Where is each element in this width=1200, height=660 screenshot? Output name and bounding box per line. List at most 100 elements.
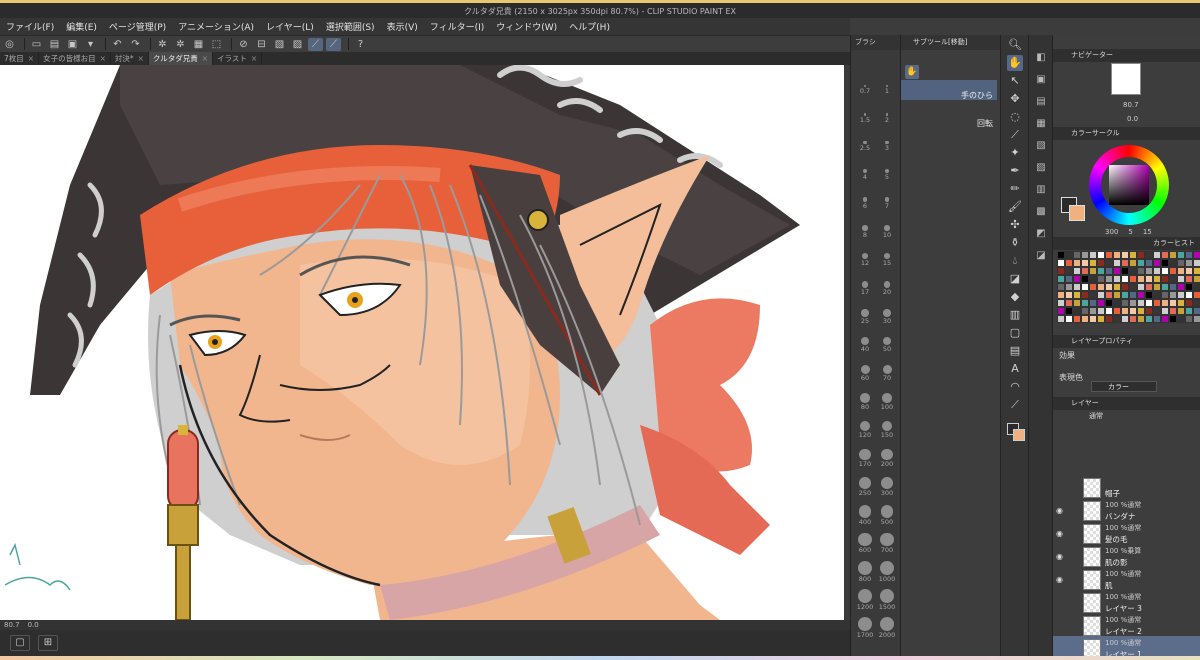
eye-icon[interactable]: ◉: [1056, 506, 1066, 515]
brush-size-option[interactable]: 12: [855, 253, 875, 269]
pen-tool-icon[interactable]: ✒: [1007, 163, 1023, 179]
color-swatch[interactable]: [1073, 259, 1081, 267]
brush-size-option[interactable]: 250: [855, 477, 875, 497]
snap-ruler-icon[interactable]: ⟋: [308, 37, 323, 51]
color-swatch[interactable]: [1073, 283, 1081, 291]
color-swatch[interactable]: [1065, 267, 1073, 275]
show-selection-icon[interactable]: ▧: [272, 38, 287, 51]
color-swatch[interactable]: [1121, 251, 1129, 259]
color-swatch[interactable]: [1177, 275, 1185, 283]
color-swatch[interactable]: [1185, 315, 1193, 323]
color-swatch[interactable]: [1057, 259, 1065, 267]
color-swatch[interactable]: [1057, 291, 1065, 299]
color-swatch[interactable]: [1161, 267, 1169, 275]
operation-tool-icon[interactable]: ↖: [1007, 73, 1023, 89]
color-swatch[interactable]: [1105, 291, 1113, 299]
color-swatch[interactable]: [1057, 315, 1065, 323]
color-swatch[interactable]: [1073, 275, 1081, 283]
subtool-item-hand[interactable]: 手のひら: [901, 80, 997, 100]
eraser-tool-icon[interactable]: ◪: [1007, 271, 1023, 287]
color-swatch[interactable]: [1185, 259, 1193, 267]
color-swatch[interactable]: [1057, 307, 1065, 315]
color-swatch[interactable]: [1129, 251, 1137, 259]
brush-size-option[interactable]: 2: [877, 113, 897, 129]
color-swatch[interactable]: [1097, 315, 1105, 323]
color-swatch[interactable]: [1193, 291, 1200, 299]
brush-size-icon[interactable]: ▨: [1033, 161, 1049, 175]
color-swatch[interactable]: [1129, 315, 1137, 323]
color-swatch[interactable]: [1081, 291, 1089, 299]
color-swatch[interactable]: [1137, 259, 1145, 267]
close-icon[interactable]: ×: [28, 54, 34, 63]
brush-size-option[interactable]: 15: [877, 253, 897, 269]
color-swatch[interactable]: [1177, 307, 1185, 315]
color-swatch[interactable]: [1105, 275, 1113, 283]
color-swatch[interactable]: [1089, 307, 1097, 315]
color-swatch[interactable]: [1185, 299, 1193, 307]
color-swatch[interactable]: [1081, 251, 1089, 259]
color-swatch[interactable]: [1081, 259, 1089, 267]
brush-size-option[interactable]: 170: [855, 449, 875, 468]
color-swatch[interactable]: [1105, 251, 1113, 259]
color-swatch[interactable]: [1057, 299, 1065, 307]
menu-item[interactable]: ヘルプ(H): [569, 20, 610, 33]
document-tab[interactable]: 7枚目 ×: [0, 52, 40, 65]
color-swatch[interactable]: [1073, 251, 1081, 259]
color-swatch[interactable]: [1073, 299, 1081, 307]
document-tab[interactable]: 対決* ×: [111, 52, 149, 65]
color-swatch[interactable]: [1097, 259, 1105, 267]
color-swatch[interactable]: [1137, 291, 1145, 299]
close-icon[interactable]: ×: [202, 54, 208, 63]
fill-icon[interactable]: ▦: [191, 38, 206, 51]
color-swatch[interactable]: [1153, 267, 1161, 275]
brush-size-option[interactable]: 100: [877, 393, 897, 411]
color-swatch[interactable]: [1065, 315, 1073, 323]
brush-size-option[interactable]: 400: [855, 505, 875, 526]
color-swatch[interactable]: [1073, 315, 1081, 323]
hand-icon[interactable]: ✋: [905, 65, 919, 79]
close-icon[interactable]: ×: [138, 54, 144, 63]
document-tab[interactable]: クルタダ兄貴 ×: [148, 52, 213, 65]
color-swatch[interactable]: [1169, 251, 1177, 259]
lasso-tool-icon[interactable]: ◌: [1007, 109, 1023, 125]
color-wheel[interactable]: [1089, 145, 1169, 225]
brush-size-option[interactable]: 500: [877, 505, 897, 526]
color-swatch[interactable]: [1193, 267, 1200, 275]
color-swatch[interactable]: [1161, 283, 1169, 291]
clear-icon[interactable]: ✲: [155, 38, 170, 51]
save-icon[interactable]: ▣: [65, 38, 80, 51]
color-swatch[interactable]: [1129, 267, 1137, 275]
color-swatch-grid[interactable]: [1057, 251, 1200, 327]
color-swatch[interactable]: [1145, 291, 1153, 299]
menu-item[interactable]: ファイル(F): [6, 20, 54, 33]
color-swatch[interactable]: [1081, 267, 1089, 275]
color-swatch[interactable]: [1145, 259, 1153, 267]
brush-size-option[interactable]: 1700: [855, 617, 875, 639]
text-tool-icon[interactable]: A: [1007, 361, 1023, 377]
color-swatch[interactable]: [1129, 283, 1137, 291]
color-swatch[interactable]: [1177, 299, 1185, 307]
subtool-item-rotate[interactable]: 回転: [901, 108, 997, 128]
brush-size-option[interactable]: 800: [855, 561, 875, 583]
color-swatch[interactable]: [1137, 267, 1145, 275]
color-swatch[interactable]: [1065, 291, 1073, 299]
color-swatch[interactable]: [1161, 251, 1169, 259]
brush-size-option[interactable]: 1.5: [855, 113, 875, 129]
color-swatch[interactable]: [1129, 259, 1137, 267]
color-swatch[interactable]: [1121, 275, 1129, 283]
color-swatch[interactable]: [1105, 307, 1113, 315]
brush-size-option[interactable]: 20: [877, 281, 897, 297]
zoom-readout[interactable]: 80.7: [4, 620, 20, 630]
color-swatch[interactable]: [1161, 299, 1169, 307]
decoration-tool-icon[interactable]: ⚱: [1007, 235, 1023, 251]
color-swatch[interactable]: [1113, 251, 1121, 259]
new-file-icon[interactable]: ▭: [29, 38, 44, 51]
intermediate-color-icon[interactable]: ◩: [1033, 227, 1049, 241]
color-swatch[interactable]: [1105, 267, 1113, 275]
fill-tool-icon[interactable]: ◆: [1007, 289, 1023, 305]
brush-size-option[interactable]: 7: [877, 197, 897, 213]
move-tool-icon[interactable]: ✥: [1007, 91, 1023, 107]
menu-item[interactable]: フィルター(I): [430, 20, 485, 33]
color-swatch[interactable]: [1113, 283, 1121, 291]
brush-size-option[interactable]: 4: [855, 169, 875, 185]
